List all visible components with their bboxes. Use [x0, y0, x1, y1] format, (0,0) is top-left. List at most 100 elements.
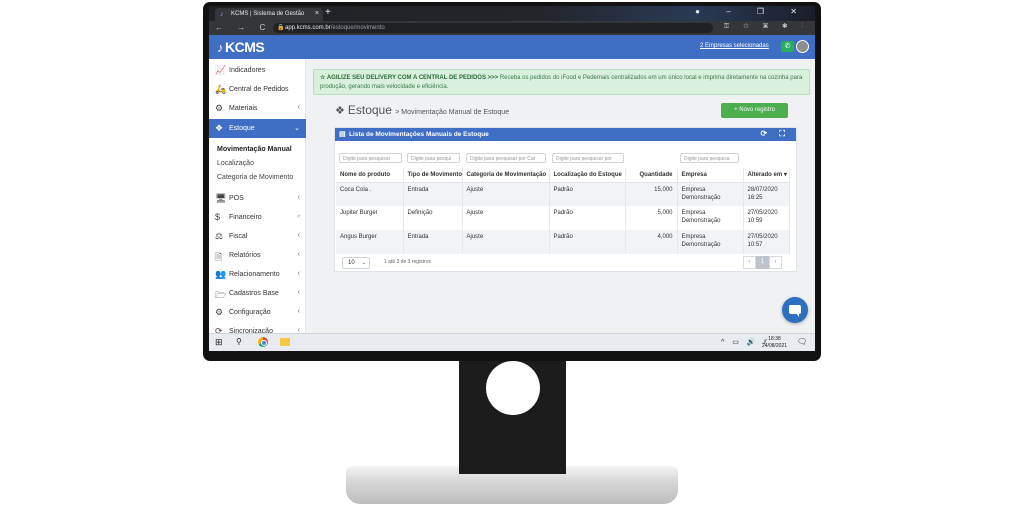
- kcms-logo[interactable]: ♪ KCMS: [217, 39, 265, 55]
- movements-table: Nome do produto Tipo de Movimento Catego…: [336, 168, 790, 254]
- tab-close-icon[interactable]: ×: [315, 10, 319, 17]
- cell-localizacao: Padrão: [549, 206, 626, 230]
- taskbar-clock[interactable]: 18:38 24/08/2021: [762, 336, 787, 350]
- card-tools[interactable]: ⟳ ⛶: [760, 129, 790, 139]
- sidebar-item-label: POS: [229, 195, 244, 202]
- sidebar-item-label: Configuração: [229, 309, 271, 316]
- current-page-button[interactable]: 1: [756, 256, 769, 269]
- sidebar-item-relacionamento[interactable]: 👥 Relacionamento ‹: [209, 265, 306, 284]
- chart-line-icon: 📈: [215, 65, 227, 75]
- cell-localizacao: Padrão: [549, 182, 626, 206]
- tab-title: KCMS | Sistema de Gestão: [231, 11, 305, 17]
- column-header[interactable]: Empresa: [677, 168, 744, 183]
- cell-tipo: Entrada: [403, 182, 463, 206]
- chat-icon-tail: [796, 313, 799, 317]
- filter-categoria-input[interactable]: Digite para pesquisar por Cat: [466, 153, 546, 163]
- sidebar-item-cadastros-base[interactable]: 🗁 Cadastros Base ‹: [209, 284, 306, 303]
- filter-produto-input[interactable]: Digite para pesquisar: [339, 153, 402, 163]
- sidebar-item-fiscal[interactable]: ⚖ Fiscal ‹: [209, 227, 306, 246]
- submenu-categoria-movimento[interactable]: Categoria de Movimento: [217, 174, 293, 181]
- sidebar-item-financeiro[interactable]: $ Financeiro ‹: [209, 208, 306, 227]
- chevron-left-icon: ‹: [297, 104, 300, 111]
- sidebar-item-relatorios[interactable]: 🗎 Relatórios ‹: [209, 246, 306, 265]
- os-taskbar: ⊞ ⚲ ^ ▭ 🔊 ⫽ 18:38 24/08/2021 🗨: [209, 333, 815, 351]
- chevron-down-icon: ⌄: [361, 260, 366, 266]
- prev-page-button[interactable]: ‹: [743, 256, 756, 269]
- sidebar-item-label: Indicadores: [229, 67, 266, 74]
- search-icon[interactable]: ⚲: [236, 337, 242, 346]
- cell-empresa: Empresa Demonstração: [677, 230, 744, 254]
- column-header[interactable]: Quantidade: [625, 168, 678, 183]
- cell-categoria: Ajuste: [462, 182, 550, 206]
- column-header[interactable]: Alterado em ▾: [743, 168, 790, 183]
- next-page-button[interactable]: ›: [769, 256, 782, 269]
- sidebar-item-label: Materiais: [229, 105, 258, 112]
- user-avatar[interactable]: [796, 40, 809, 53]
- folder-icon[interactable]: [280, 338, 290, 346]
- sidebar-item-central-pedidos[interactable]: 🛵 Central de Pedidos: [209, 80, 306, 99]
- sidebar-item-configuracao[interactable]: ⚙ Configuração ‹: [209, 303, 306, 322]
- boxes-icon: ❖: [215, 123, 224, 133]
- filter-localizacao-input[interactable]: Digite para pesquisar por: [552, 153, 624, 163]
- money-icon: $: [215, 212, 221, 222]
- chevron-left-icon: ‹: [297, 213, 300, 220]
- sidebar-item-label: Cadastros Base: [229, 290, 279, 297]
- monitor-stand-hole: [486, 361, 540, 415]
- browser-tab[interactable]: ♪ KCMS | Sistema de Gestão ×: [215, 8, 323, 21]
- cell-quantidade: 4,000: [625, 230, 678, 254]
- sidebar-item-estoque[interactable]: ❖ Estoque ⌄: [209, 119, 306, 138]
- chrome-icon[interactable]: [258, 337, 268, 347]
- motorcycle-icon: 🛵: [215, 84, 227, 94]
- url-path: /estoque/movimento: [330, 25, 385, 31]
- movements-card: ▤ Lista de Movimentações Manuais de Esto…: [334, 127, 797, 272]
- window-controls[interactable]: ● – ❐ ✕: [695, 7, 809, 16]
- sidebar-item-pos[interactable]: 🖥 POS ‹: [209, 189, 306, 208]
- address-bar[interactable]: 🔒 app.kcms.com.br/estoque/movimento: [273, 23, 713, 33]
- chevron-left-icon: ‹: [297, 251, 300, 258]
- column-header[interactable]: Localização do Estoque: [549, 168, 626, 183]
- cell-empresa: Empresa Demonstração: [677, 182, 744, 206]
- companies-selected-link[interactable]: 2 Empresas selecionadas: [700, 43, 769, 49]
- column-header[interactable]: Tipo de Movimento: [403, 168, 463, 183]
- column-header[interactable]: Categoria de Movimentação: [462, 168, 550, 183]
- cell-tipo: Entrada: [403, 230, 463, 254]
- browser-tabbar: ♪ KCMS | Sistema de Gestão × + ● – ❐ ✕: [209, 6, 815, 21]
- submenu-movimentacao-manual[interactable]: Movimentação Manual: [217, 146, 292, 153]
- card-header: ▤ Lista de Movimentações Manuais de Esto…: [335, 128, 796, 141]
- chat-support-button[interactable]: [782, 297, 808, 323]
- sidebar: 📈 Indicadores 🛵 Central de Pedidos ⚙ Mat…: [209, 59, 306, 336]
- new-tab-icon[interactable]: +: [325, 7, 331, 18]
- page-size-value: 10: [348, 260, 355, 266]
- screen: ♪ KCMS | Sistema de Gestão × + ● – ❐ ✕ ←…: [209, 6, 815, 351]
- lock-icon: 🔒: [277, 25, 285, 31]
- card-title: Lista de Movimentações Manuais de Estoqu…: [349, 131, 489, 138]
- filter-empresa-input[interactable]: Digite para pesquisa: [680, 153, 739, 163]
- column-header[interactable]: Nome do produto: [336, 168, 404, 183]
- table-row[interactable]: Jupiter Burger Definição Ajuste Padrão 5…: [336, 206, 790, 230]
- chevron-down-icon: ⌄: [294, 125, 300, 132]
- table-row[interactable]: Angus Burger Entrada Ajuste Padrão 4,000…: [336, 230, 790, 254]
- kcms-favicon-icon: ♪: [220, 11, 224, 18]
- desktop-icon: 🖥: [215, 193, 227, 203]
- monitor-scene: ♪ KCMS | Sistema de Gestão × + ● – ❐ ✕ ←…: [0, 0, 1024, 512]
- notifications-icon[interactable]: 🗨: [797, 337, 807, 346]
- extension-icons[interactable]: ⚿ ☆ ▣ ✱ ⋮: [724, 23, 809, 31]
- new-record-button[interactable]: + Novo registro: [721, 103, 788, 118]
- chevron-left-icon: ‹: [297, 194, 300, 201]
- cell-empresa: Empresa Demonstração: [677, 206, 744, 230]
- cell-quantidade: 15,000: [625, 182, 678, 206]
- sidebar-item-indicadores[interactable]: 📈 Indicadores: [209, 61, 306, 80]
- browser-toolbar: ← → C ⌂ 🔒 app.kcms.com.br/estoque/movime…: [209, 21, 815, 35]
- folder-icon: 🗁: [215, 290, 227, 300]
- cell-quantidade: 5,000: [625, 206, 678, 230]
- filter-tipo-input[interactable]: Digite para pesqui: [407, 153, 460, 163]
- windows-start-icon[interactable]: ⊞: [215, 337, 223, 348]
- table-row[interactable]: Coca Cola . Entrada Ajuste Padrão 15,000…: [336, 182, 790, 206]
- whatsapp-icon[interactable]: ✆: [781, 41, 794, 52]
- page-size-select[interactable]: 10 ⌄: [342, 257, 370, 269]
- sidebar-item-materiais[interactable]: ⚙ Materiais ‹: [209, 99, 306, 118]
- submenu-localizacao[interactable]: Localização: [217, 160, 254, 167]
- page-title: ❖ Estoque > Movimentação Manual de Estoqu…: [335, 103, 509, 117]
- logo-mark-icon: ♪: [217, 40, 224, 55]
- boxes-icon: ❖: [335, 105, 345, 117]
